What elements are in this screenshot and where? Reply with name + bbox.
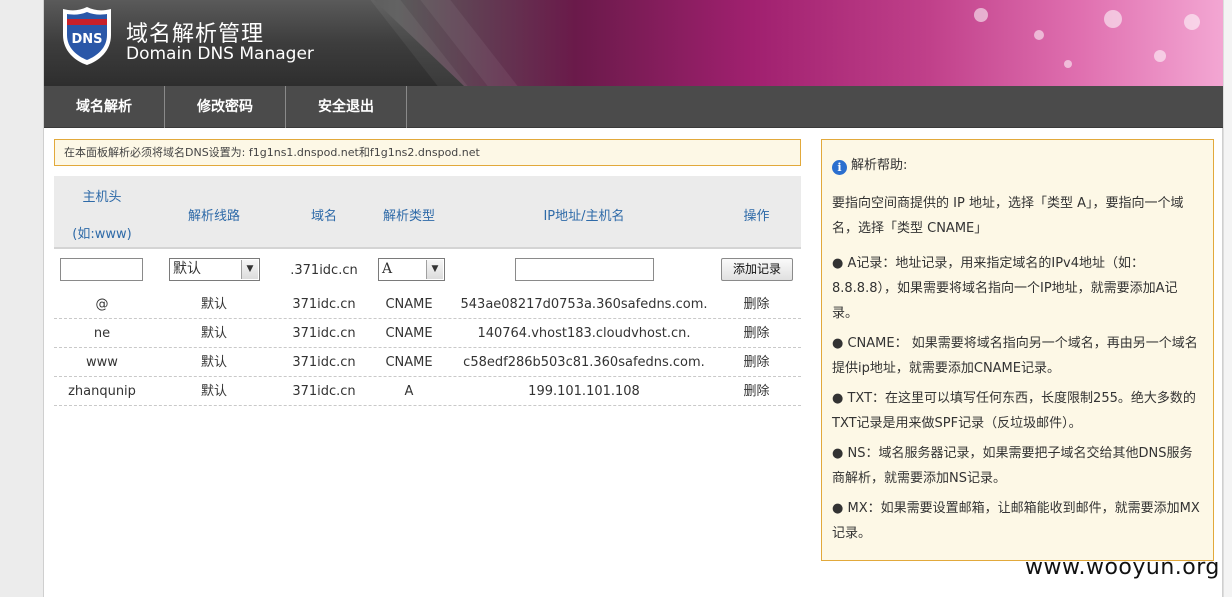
value-input[interactable]: [515, 258, 654, 281]
add-record-button[interactable]: 添加记录: [721, 258, 793, 281]
bokeh-dot: [1034, 30, 1044, 40]
line-select-value: 默认: [173, 261, 201, 277]
col-type: 解析类型: [382, 209, 435, 224]
page-edge: [1223, 0, 1232, 597]
help-item-mx: ● MX：如果需要设置邮箱，让邮箱能收到邮件，就需要添加MX记录。: [832, 501, 1200, 541]
col-action: 操作: [743, 209, 770, 224]
domain-suffix: .371idc.cn: [290, 263, 358, 278]
help-title: 解析帮助:: [851, 158, 908, 173]
bokeh-dot: [1184, 14, 1200, 30]
table-row: ne 默认 371idc.cn CNAME 140764.vhost183.cloudv…: [54, 319, 801, 348]
nav-item-change-password[interactable]: 修改密码: [165, 86, 286, 128]
logo-text: DNS: [71, 32, 102, 47]
row-domain: 371idc.cn: [292, 297, 356, 312]
delete-button[interactable]: 删除: [724, 319, 789, 348]
bokeh-dot: [1064, 60, 1072, 68]
delete-button[interactable]: 删除: [724, 377, 789, 406]
help-item-cname: ● CNAME： 如果需要将域名指向另一个域名，再由另一个域名提供ip地址，就需…: [832, 336, 1198, 376]
row-line: 默认: [200, 297, 227, 312]
page-container: DNS 域名解析管理 Domain DNS Manager 域名解析 修改密码 …: [43, 0, 1224, 597]
host-input[interactable]: [60, 258, 143, 281]
help-item-txt: ● TXT：在这里可以填写任何东西，长度限制255。绝大多数的TXT记录是用来做…: [832, 391, 1196, 431]
help-heading: i 解析帮助:: [832, 156, 1201, 176]
bokeh-dot: [1154, 50, 1166, 62]
type-select[interactable]: A ▼: [378, 258, 445, 281]
row-value: 199.101.101.108: [528, 384, 640, 399]
row-line: 默认: [200, 326, 227, 341]
row-value: 140764.vhost183.cloudvhost.cn.: [477, 326, 691, 341]
row-domain: 371idc.cn: [292, 384, 356, 399]
main-nav: 域名解析 修改密码 安全退出: [44, 86, 1224, 128]
help-panel: i 解析帮助: 要指向空间商提供的 IP 地址，选择「类型 A」，要指向一个域名，…: [821, 139, 1214, 561]
info-icon: i: [832, 160, 847, 175]
app-title-en: Domain DNS Manager: [126, 44, 314, 64]
col-host: 主机头: [82, 190, 122, 205]
chevron-down-icon: ▼: [241, 260, 258, 279]
bokeh-dot: [1104, 10, 1122, 28]
col-host-hint: (如:www): [72, 227, 132, 242]
col-line: 解析线路: [187, 209, 240, 224]
row-host: ne: [93, 326, 111, 341]
bokeh-dot: [974, 8, 988, 22]
nav-item-dns-resolve[interactable]: 域名解析: [44, 86, 165, 128]
col-domain: 域名: [310, 209, 337, 224]
delete-button[interactable]: 删除: [724, 348, 789, 377]
watermark-text: www.wooyun.org: [1025, 555, 1220, 580]
delete-button[interactable]: 删除: [724, 290, 789, 319]
row-value: c58edf286b503c81.360safedns.com.: [463, 355, 705, 370]
row-value: 543ae08217d0753a.360safedns.com.: [460, 297, 708, 312]
row-domain: 371idc.cn: [292, 326, 356, 341]
table-row: @ 默认 371idc.cn CNAME 543ae08217d0753a.360saf…: [54, 290, 801, 319]
header-banner: DNS 域名解析管理 Domain DNS Manager: [44, 0, 1224, 86]
col-value: IP地址/主机名: [543, 209, 625, 224]
help-intro: 要指向空间商提供的 IP 地址，选择「类型 A」，要指向一个域名，选择「类型 C…: [832, 196, 1184, 236]
records-table-header: 主机头 (如:www) 解析线路 域名 解析类型 IP地址/主机名 操作: [54, 176, 801, 249]
row-line: 默认: [200, 355, 227, 370]
help-item-a: ● A记录：地址记录，用来指定域名的IPv4地址（如：8.8.8.8），如果需要…: [832, 256, 1178, 321]
add-record-row: 默认 ▼ .371idc.cn A ▼ 添加记录: [54, 254, 801, 288]
chevron-down-icon: ▼: [426, 260, 443, 279]
dns-shield-logo-icon: DNS: [63, 7, 111, 65]
table-row: zhanqunip 默认 371idc.cn A 199.101.101.108 删除: [54, 377, 801, 406]
dns-notice: 在本面板解析必须将域名DNS设置为: f1g1ns1.dnspod.net和f1…: [54, 139, 801, 166]
nav-item-logout[interactable]: 安全退出: [286, 86, 407, 128]
row-host: zhanqunip: [68, 384, 136, 399]
line-select[interactable]: 默认 ▼: [169, 258, 260, 281]
row-host: www: [86, 355, 118, 370]
row-host: @: [95, 297, 109, 312]
row-domain: 371idc.cn: [292, 355, 356, 370]
table-row: www 默认 371idc.cn CNAME c58edf286b503c81.360s…: [54, 348, 801, 377]
row-line: 默认: [200, 384, 227, 399]
help-item-ns: ● NS：域名服务器记录，如果需要把子域名交给其他DNS服务商解析，就需要添加N…: [832, 446, 1193, 486]
type-select-value: A: [382, 261, 393, 277]
